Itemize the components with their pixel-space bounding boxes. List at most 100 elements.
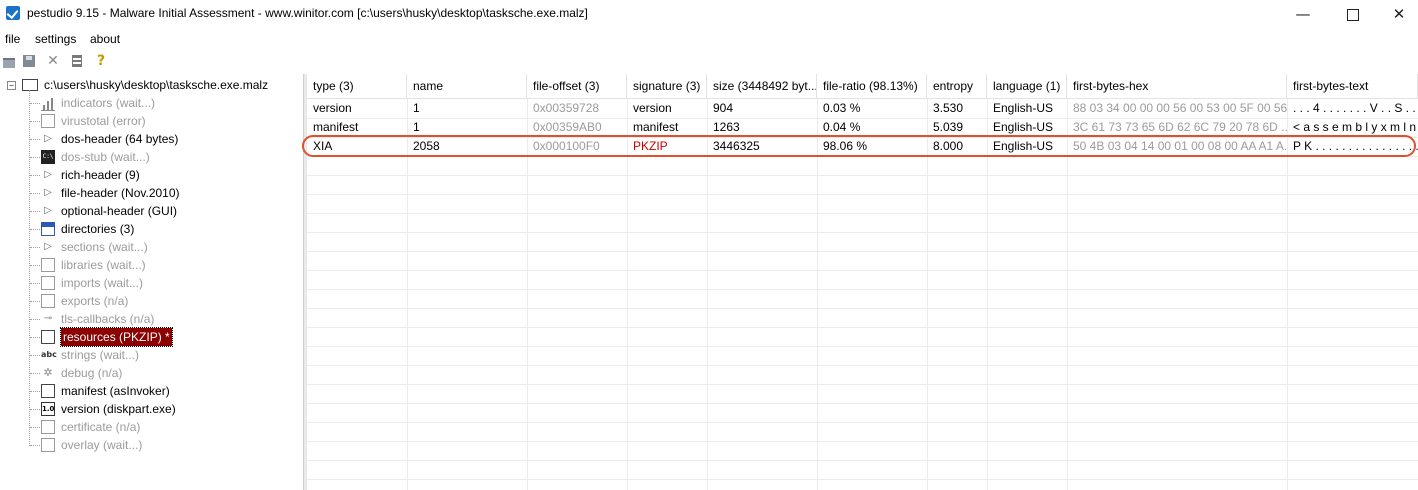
tree-branch-line [30, 139, 40, 140]
abc-icon: abc [41, 350, 57, 359]
tree-branch-line [30, 301, 40, 302]
tree-item[interactable]: indicators (wait...) [0, 94, 300, 112]
column-divider [1067, 99, 1068, 490]
row-divider [307, 384, 1418, 385]
expand-arrow-icon: ▷ [44, 169, 52, 180]
row-divider [307, 251, 1418, 252]
tree-item-label: rich-header (9) [61, 168, 140, 182]
table-row[interactable]: version 1 0x00359728 version 904 0.03 % 3.530 E… [307, 99, 1418, 118]
certificate-icon [41, 420, 55, 434]
column-header-file-ratio[interactable]: file-ratio (98.13%) [817, 74, 927, 99]
column-header-file-offset[interactable]: file-offset (3) [527, 74, 627, 99]
tree-item[interactable]: libraries (wait...) [0, 256, 300, 274]
column-header-type[interactable]: type (3) [307, 74, 407, 99]
resources-icon [41, 330, 55, 344]
tree-branch-line [30, 121, 40, 122]
tree-branch-line [30, 247, 40, 248]
list-view-icon[interactable] [70, 54, 84, 68]
row-divider [307, 460, 1418, 461]
expand-arrow-icon: ▷ [44, 205, 52, 216]
help-icon[interactable]: ? [94, 54, 108, 68]
row-divider [307, 270, 1418, 271]
tree-item[interactable]: ⊸ tls-callbacks (n/a) [0, 310, 300, 328]
tree-item[interactable]: abc strings (wait...) [0, 346, 300, 364]
collapse-icon[interactable]: − [7, 81, 16, 90]
tree-item-label: tls-callbacks (n/a) [61, 312, 155, 326]
maximize-button[interactable] [1330, 0, 1376, 28]
expand-arrow-icon: ▷ [44, 187, 52, 198]
menu-file[interactable]: file [5, 32, 20, 46]
column-header-signature[interactable]: signature (3) [627, 74, 707, 99]
cell-size: 904 [713, 101, 734, 115]
tree-item-label: indicators (wait...) [61, 96, 156, 110]
tree-item[interactable]: resources (PKZIP) * [0, 327, 300, 347]
tree-item[interactable]: directories (3) [0, 220, 300, 238]
tree-item-label: libraries (wait...) [61, 258, 146, 272]
tree-item[interactable]: certificate (n/a) [0, 418, 300, 436]
column-divider [987, 99, 988, 490]
maximize-icon [1347, 8, 1359, 21]
column-header-language[interactable]: language (1) [987, 74, 1067, 99]
cell-name: 1 [413, 101, 420, 115]
row-divider [307, 213, 1418, 214]
tree-branch-line [30, 157, 40, 158]
close-window-button[interactable]: ✕ [1376, 0, 1418, 28]
column-header-size[interactable]: size (3448492 byt... [707, 74, 817, 99]
row-divider [307, 346, 1418, 347]
link-icon: ⊸ [43, 313, 53, 324]
tree-item[interactable]: manifest (asInvoker) [0, 382, 300, 400]
tree-item[interactable]: ▷ optional-header (GUI) [0, 202, 300, 220]
tree-item[interactable]: 1.0 version (diskpart.exe) [0, 400, 300, 418]
column-header-name[interactable]: name [407, 74, 527, 99]
tree-branch-line [30, 211, 40, 212]
tree-item[interactable]: C:\ dos-stub (wait...) [0, 148, 300, 166]
row-divider [307, 194, 1418, 195]
tree-branch-line [30, 175, 40, 176]
page-icon [41, 438, 55, 452]
tree-branch-line [30, 103, 40, 104]
pestudio-app-icon [6, 6, 20, 20]
tree-item[interactable]: ▷ rich-header (9) [0, 166, 300, 184]
tree-item[interactable]: overlay (wait...) [0, 436, 300, 454]
tree-item[interactable]: ▷ dos-header (64 bytes) [0, 130, 300, 148]
tree-item[interactable]: virustotal (error) [0, 112, 300, 130]
close-file-icon[interactable]: ✕ [46, 54, 60, 68]
tree-branch-line [30, 391, 40, 392]
tree-item-label: version (diskpart.exe) [61, 402, 176, 416]
column-header-first-bytes-hex[interactable]: first-bytes-hex [1067, 74, 1287, 99]
column-header-first-bytes-text[interactable]: first-bytes-text [1287, 74, 1418, 99]
tree-item[interactable]: ▷ file-header (Nov.2010) [0, 184, 300, 202]
row-divider [307, 175, 1418, 176]
cell-language: English-US [993, 101, 1054, 115]
save-icon[interactable] [22, 54, 36, 68]
window-title: pestudio 9.15 - Malware Initial Assessme… [27, 6, 588, 20]
cell-file-ratio: 0.03 % [823, 101, 861, 115]
tree-item-label: imports (wait...) [61, 276, 144, 290]
open-folder-icon[interactable] [2, 54, 16, 68]
export-icon [41, 294, 55, 308]
tree-branch-line [30, 355, 40, 356]
menu-settings[interactable]: settings [35, 32, 76, 46]
tree-item[interactable]: ▷ sections (wait...) [0, 238, 300, 256]
tree-branch-line [30, 337, 40, 338]
minimize-button[interactable]: — [1280, 0, 1326, 28]
tree-item[interactable]: imports (wait...) [0, 274, 300, 292]
tree-item-label: optional-header (GUI) [61, 204, 178, 218]
row-divider [307, 232, 1418, 233]
menu-bar: file settings about [0, 29, 1418, 49]
tree-item[interactable]: ✲ debug (n/a) [0, 364, 300, 382]
tree-root[interactable]: − c:\users\husky\desktop\tasksche.exe.ma… [0, 76, 300, 94]
page-icon [41, 114, 55, 128]
row-divider [307, 308, 1418, 309]
tree-item[interactable]: exports (n/a) [0, 292, 300, 310]
cell-entropy: 3.530 [933, 101, 964, 115]
menu-about[interactable]: about [90, 32, 120, 46]
tree-item-label: manifest (asInvoker) [61, 384, 170, 398]
tree-branch-line [30, 373, 40, 374]
tree-branch-line [30, 193, 40, 194]
tree-branch-line [30, 319, 40, 320]
tree-item-label: strings (wait...) [61, 348, 140, 362]
row-divider [307, 327, 1418, 328]
column-divider [707, 99, 708, 490]
column-header-entropy[interactable]: entropy [927, 74, 987, 99]
